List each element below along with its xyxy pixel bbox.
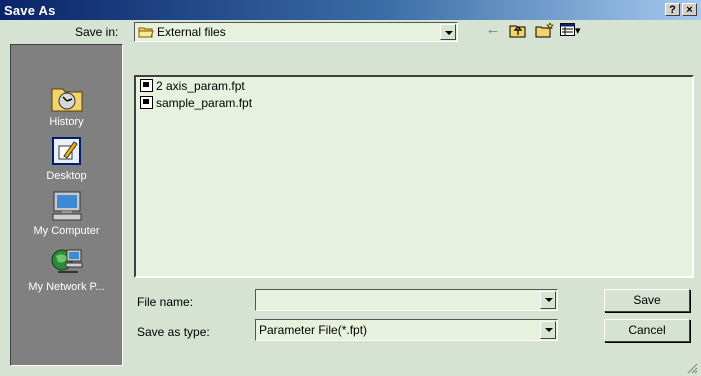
- places-bar: History Desktop My Computer My Network P…: [10, 44, 123, 366]
- save-as-type-select[interactable]: Parameter File(*.fpt): [255, 319, 558, 341]
- desktop-icon: [51, 137, 81, 165]
- save-in-label: Save in:: [75, 25, 119, 39]
- list-item[interactable]: 2 axis_param.fpt: [140, 78, 245, 94]
- places-label-my-computer: My Computer: [33, 225, 100, 237]
- new-folder-icon: [535, 22, 554, 38]
- places-item-my-network[interactable]: My Network P...: [11, 246, 122, 293]
- network-icon: [51, 249, 82, 273]
- create-new-folder-button[interactable]: [535, 21, 555, 39]
- save-as-type-value: Parameter File(*.fpt): [259, 323, 368, 337]
- save-in-value-wrap: External files: [138, 25, 226, 39]
- title-bar[interactable]: Save As ? ×: [0, 0, 701, 20]
- folder-icon: [138, 27, 154, 38]
- places-label-desktop: Desktop: [46, 170, 87, 182]
- file-name-dropdown-button[interactable]: [540, 291, 556, 309]
- up-one-level-button[interactable]: [508, 21, 528, 39]
- save-as-type-dropdown-button[interactable]: [540, 321, 556, 339]
- places-item-desktop[interactable]: Desktop: [11, 135, 122, 182]
- file-name-label: File name:: [137, 295, 194, 309]
- save-in-dropdown-button[interactable]: [440, 24, 456, 40]
- my-computer-icon: [52, 191, 81, 221]
- file-name: 2 axis_param.fpt: [156, 79, 245, 93]
- save-in-value: External files: [157, 25, 226, 39]
- back-button[interactable]: ←: [483, 21, 503, 39]
- places-label-my-network: My Network P...: [28, 281, 105, 293]
- close-button[interactable]: ×: [682, 3, 697, 16]
- details-view-icon: [560, 23, 575, 36]
- save-as-type-label: Save as type:: [137, 325, 210, 339]
- up-folder-icon: [509, 25, 526, 38]
- history-icon: [51, 88, 82, 112]
- back-arrow-icon: ←: [485, 21, 501, 38]
- file-icon: [140, 96, 153, 109]
- file-name: sample_param.fpt: [156, 96, 253, 110]
- save-button[interactable]: Save: [604, 289, 690, 312]
- places-item-history[interactable]: History: [11, 83, 122, 128]
- help-button[interactable]: ?: [665, 3, 680, 16]
- file-icon: [140, 79, 153, 92]
- places-item-my-computer[interactable]: My Computer: [11, 190, 122, 237]
- cancel-button[interactable]: Cancel: [604, 319, 690, 342]
- places-label-history: History: [49, 116, 84, 128]
- view-menu-button[interactable]: ▾: [560, 21, 590, 39]
- chevron-down-icon: ▾: [575, 25, 581, 37]
- save-in-combo[interactable]: External files: [134, 22, 458, 42]
- file-list[interactable]: 2 axis_param.fpt sample_param.fpt: [134, 75, 694, 278]
- list-item[interactable]: sample_param.fpt: [140, 95, 252, 111]
- resize-grip-icon[interactable]: [686, 362, 698, 374]
- window-title: Save As: [4, 3, 56, 18]
- file-name-input[interactable]: [255, 289, 558, 311]
